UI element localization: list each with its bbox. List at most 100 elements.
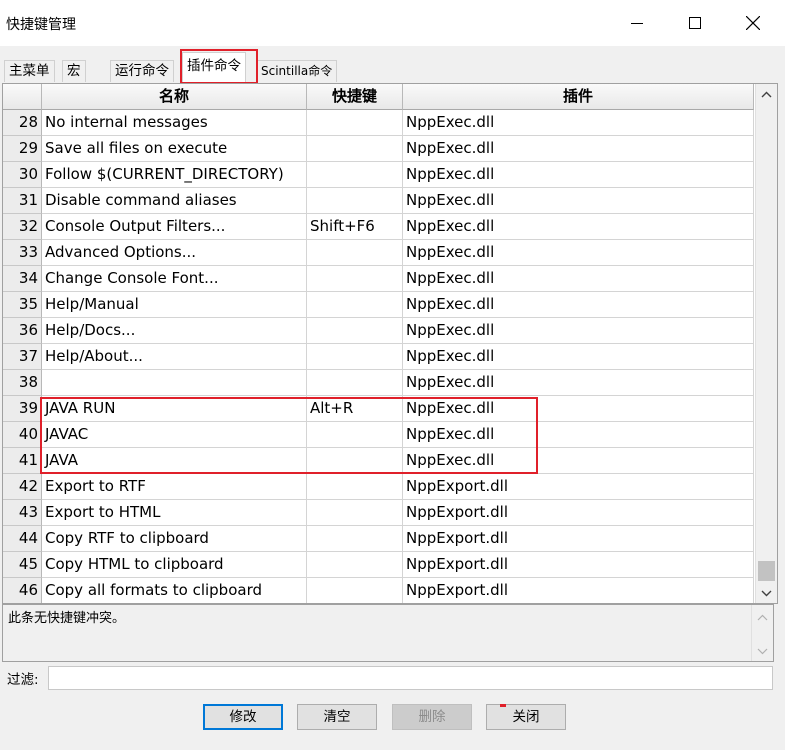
shortcut-cell[interactable] [307,162,403,188]
table-row[interactable]: 44 Copy RTF to clipboard NppExport.dll [3,526,754,552]
plugin-cell[interactable]: NppExport.dll [403,552,754,578]
row-number[interactable]: 46 [3,578,42,603]
plugin-cell[interactable]: NppExec.dll [403,188,754,214]
plugin-cell[interactable]: NppExec.dll [403,136,754,162]
plugin-cell[interactable]: NppExec.dll [403,292,754,318]
row-number[interactable]: 45 [3,552,42,578]
plugin-cell[interactable]: NppExec.dll [403,110,754,136]
command-name-cell[interactable]: No internal messages [42,110,307,136]
command-name-cell[interactable]: Save all files on execute [42,136,307,162]
command-name-cell[interactable]: Export to RTF [42,474,307,500]
scroll-up-button[interactable] [756,84,777,104]
table-row[interactable]: 34 Change Console Font... NppExec.dll [3,266,754,292]
shortcut-cell[interactable] [307,188,403,214]
plugin-cell[interactable]: NppExec.dll [403,370,754,396]
plugin-cell[interactable]: NppExec.dll [403,318,754,344]
command-name-cell[interactable]: Change Console Font... [42,266,307,292]
row-number[interactable]: 42 [3,474,42,500]
modify-button[interactable]: 修改 [203,704,283,730]
row-number[interactable]: 38 [3,370,42,396]
minimize-button[interactable] [608,0,666,46]
tab-macro[interactable]: 宏 [62,60,86,82]
shortcut-cell[interactable] [307,500,403,526]
shortcut-cell[interactable] [307,578,403,603]
plugin-cell[interactable]: NppExport.dll [403,526,754,552]
shortcut-cell[interactable] [307,292,403,318]
filter-input[interactable] [48,666,773,690]
scroll-down-button[interactable] [756,583,777,603]
tab-main-menu[interactable]: 主菜单 [4,60,55,82]
command-name-cell[interactable]: JAVAC [42,422,307,448]
maximize-button[interactable] [666,0,724,46]
command-name-cell[interactable]: Console Output Filters... [42,214,307,240]
row-number[interactable]: 28 [3,110,42,136]
row-number[interactable]: 40 [3,422,42,448]
plugin-cell[interactable]: NppExec.dll [403,266,754,292]
table-row[interactable]: 30 Follow $(CURRENT_DIRECTORY) NppExec.dll [3,162,754,188]
column-header-shortcut[interactable]: 快捷键 [307,84,403,110]
table-row[interactable]: 39 JAVA RUN Alt+R NppExec.dll [3,396,754,422]
command-name-cell[interactable]: Help/Manual [42,292,307,318]
command-name-cell[interactable]: Copy all formats to clipboard [42,578,307,603]
command-name-cell[interactable]: JAVA RUN [42,396,307,422]
conflict-scrollbar[interactable] [751,605,773,661]
shortcut-cell[interactable] [307,266,403,292]
plugin-cell[interactable]: NppExec.dll [403,214,754,240]
table-row[interactable]: 45 Copy HTML to clipboard NppExport.dll [3,552,754,578]
plugin-cell[interactable]: NppExec.dll [403,396,754,422]
grid-scrollbar[interactable] [755,84,777,603]
command-name-cell[interactable]: Help/About... [42,344,307,370]
row-number[interactable]: 34 [3,266,42,292]
command-name-cell[interactable]: JAVA [42,448,307,474]
row-number[interactable]: 44 [3,526,42,552]
shortcut-cell[interactable] [307,110,403,136]
command-name-cell[interactable]: Copy RTF to clipboard [42,526,307,552]
row-number[interactable]: 31 [3,188,42,214]
shortcut-cell[interactable]: Alt+R [307,396,403,422]
command-name-cell[interactable]: Help/Docs... [42,318,307,344]
shortcut-grid[interactable]: 名称 快捷键 插件 28 No internal messages NppExec.… [2,83,778,604]
shortcut-cell[interactable] [307,526,403,552]
command-name-cell[interactable]: Follow $(CURRENT_DIRECTORY) [42,162,307,188]
plugin-cell[interactable]: NppExec.dll [403,422,754,448]
conflict-scroll-up[interactable] [752,607,773,627]
scroll-thumb[interactable] [758,561,775,581]
table-row[interactable]: 38 NppExec.dll [3,370,754,396]
command-name-cell[interactable]: Copy HTML to clipboard [42,552,307,578]
table-row[interactable]: 33 Advanced Options... NppExec.dll [3,240,754,266]
tab-plugin-commands[interactable]: 插件命令 [182,52,246,82]
row-number[interactable]: 35 [3,292,42,318]
plugin-cell[interactable]: NppExec.dll [403,344,754,370]
shortcut-cell[interactable] [307,474,403,500]
conflict-scroll-down[interactable] [752,641,773,661]
table-row[interactable]: 41 JAVA NppExec.dll [3,448,754,474]
table-row[interactable]: 40 JAVAC NppExec.dll [3,422,754,448]
column-header-plugin[interactable]: 插件 [403,84,754,110]
table-row[interactable]: 32 Console Output Filters... Shift+F6 NppEx… [3,214,754,240]
table-row[interactable]: 36 Help/Docs... NppExec.dll [3,318,754,344]
clear-button[interactable]: 清空 [297,704,377,730]
row-number[interactable]: 43 [3,500,42,526]
table-row[interactable]: 42 Export to RTF NppExport.dll [3,474,754,500]
shortcut-cell[interactable] [307,240,403,266]
plugin-cell[interactable]: NppExec.dll [403,448,754,474]
tab-scintilla-commands[interactable]: Scintilla命令 [256,60,338,82]
row-number[interactable]: 41 [3,448,42,474]
plugin-cell[interactable]: NppExport.dll [403,474,754,500]
shortcut-cell[interactable] [307,344,403,370]
row-number[interactable]: 36 [3,318,42,344]
plugin-cell[interactable]: NppExport.dll [403,578,754,603]
command-name-cell[interactable]: Disable command aliases [42,188,307,214]
shortcut-cell[interactable] [307,370,403,396]
table-row[interactable]: 46 Copy all formats to clipboard NppExport… [3,578,754,603]
row-number[interactable]: 30 [3,162,42,188]
row-number[interactable]: 32 [3,214,42,240]
row-number[interactable]: 33 [3,240,42,266]
close-button[interactable]: 关闭 [486,704,566,730]
command-name-cell[interactable]: Export to HTML [42,500,307,526]
command-name-cell[interactable] [42,370,307,396]
shortcut-cell[interactable] [307,422,403,448]
row-number[interactable]: 39 [3,396,42,422]
row-number[interactable]: 29 [3,136,42,162]
delete-button[interactable]: 删除 [392,704,472,730]
